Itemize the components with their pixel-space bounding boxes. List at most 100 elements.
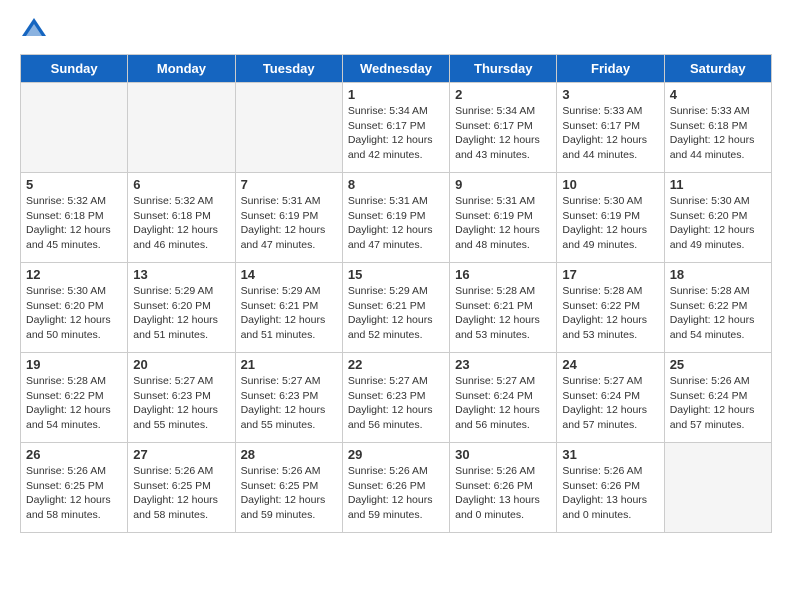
cell-info: Sunrise: 5:30 AM Sunset: 6:20 PM Dayligh… xyxy=(670,194,766,253)
calendar-cell: 27 Sunrise: 5:26 AM Sunset: 6:25 PM Dayli… xyxy=(128,443,235,533)
cell-date: 28 xyxy=(241,447,337,462)
cell-date: 19 xyxy=(26,357,122,372)
cell-date: 14 xyxy=(241,267,337,282)
cell-info: Sunrise: 5:32 AM Sunset: 6:18 PM Dayligh… xyxy=(26,194,122,253)
cell-info: Sunrise: 5:26 AM Sunset: 6:25 PM Dayligh… xyxy=(26,464,122,523)
calendar-cell: 6Sunrise: 5:32 AM Sunset: 6:18 PM Daylig… xyxy=(128,173,235,263)
calendar-cell xyxy=(235,83,342,173)
cell-info: Sunrise: 5:27 AM Sunset: 6:23 PM Dayligh… xyxy=(241,374,337,433)
cell-info: Sunrise: 5:27 AM Sunset: 6:24 PM Dayligh… xyxy=(455,374,551,433)
cell-info: Sunrise: 5:26 AM Sunset: 6:26 PM Dayligh… xyxy=(348,464,444,523)
calendar-cell: 7Sunrise: 5:31 AM Sunset: 6:19 PM Daylig… xyxy=(235,173,342,263)
cell-date: 16 xyxy=(455,267,551,282)
week-row-1: 5 Sunrise: 5:32 AM Sunset: 6:18 PM Daylig… xyxy=(21,173,772,263)
cell-date: 9 xyxy=(455,177,551,192)
calendar-cell: 25 Sunrise: 5:26 AM Sunset: 6:24 PM Dayli… xyxy=(664,353,771,443)
cell-date: 10 xyxy=(562,177,658,192)
calendar-cell: 4 Sunrise: 5:33 AM Sunset: 6:18 PM Daylig… xyxy=(664,83,771,173)
cell-info: Sunrise: 5:30 AM Sunset: 6:20 PM Dayligh… xyxy=(26,284,122,343)
day-header-saturday: Saturday xyxy=(664,55,771,83)
calendar-cell: 26Sunrise: 5:26 AM Sunset: 6:25 PM Dayli… xyxy=(21,443,128,533)
cell-date: 21 xyxy=(241,357,337,372)
cell-date: 3 xyxy=(562,87,658,102)
cell-info: Sunrise: 5:32 AM Sunset: 6:18 PM Dayligh… xyxy=(133,194,229,253)
cell-date: 12 xyxy=(26,267,122,282)
cell-info: Sunrise: 5:27 AM Sunset: 6:23 PM Dayligh… xyxy=(348,374,444,433)
cell-date: 5 xyxy=(26,177,122,192)
calendar-cell: 13 Sunrise: 5:29 AM Sunset: 6:20 PM Dayli… xyxy=(128,263,235,353)
cell-date: 30 xyxy=(455,447,551,462)
calendar-cell: 29 Sunrise: 5:26 AM Sunset: 6:26 PM Dayli… xyxy=(342,443,449,533)
logo xyxy=(20,16,50,44)
cell-info: Sunrise: 5:26 AM Sunset: 6:26 PM Dayligh… xyxy=(455,464,551,523)
cell-info: Sunrise: 5:26 AM Sunset: 6:25 PM Dayligh… xyxy=(133,464,229,523)
calendar-cell: 2Sunrise: 5:34 AM Sunset: 6:17 PM Daylig… xyxy=(450,83,557,173)
cell-info: Sunrise: 5:28 AM Sunset: 6:22 PM Dayligh… xyxy=(26,374,122,433)
cell-date: 18 xyxy=(670,267,766,282)
page: SundayMondayTuesdayWednesdayThursdayFrid… xyxy=(0,0,792,549)
cell-info: Sunrise: 5:27 AM Sunset: 6:23 PM Dayligh… xyxy=(133,374,229,433)
calendar-cell xyxy=(21,83,128,173)
day-header-monday: Monday xyxy=(128,55,235,83)
cell-date: 7 xyxy=(241,177,337,192)
day-header-friday: Friday xyxy=(557,55,664,83)
cell-date: 4 xyxy=(670,87,766,102)
calendar-cell: 22 Sunrise: 5:27 AM Sunset: 6:23 PM Dayli… xyxy=(342,353,449,443)
cell-info: Sunrise: 5:33 AM Sunset: 6:18 PM Dayligh… xyxy=(670,104,766,163)
calendar-cell: 19 Sunrise: 5:28 AM Sunset: 6:22 PM Dayli… xyxy=(21,353,128,443)
cell-date: 22 xyxy=(348,357,444,372)
calendar-cell: 11Sunrise: 5:30 AM Sunset: 6:20 PM Dayli… xyxy=(664,173,771,263)
cell-date: 24 xyxy=(562,357,658,372)
calendar-cell: 8Sunrise: 5:31 AM Sunset: 6:19 PM Daylig… xyxy=(342,173,449,263)
calendar-cell: 10 Sunrise: 5:30 AM Sunset: 6:19 PM Dayli… xyxy=(557,173,664,263)
cell-date: 1 xyxy=(348,87,444,102)
cell-info: Sunrise: 5:26 AM Sunset: 6:26 PM Dayligh… xyxy=(562,464,658,523)
cell-info: Sunrise: 5:31 AM Sunset: 6:19 PM Dayligh… xyxy=(455,194,551,253)
week-row-3: 19 Sunrise: 5:28 AM Sunset: 6:22 PM Dayli… xyxy=(21,353,772,443)
week-row-2: 12 Sunrise: 5:30 AM Sunset: 6:20 PM Dayli… xyxy=(21,263,772,353)
logo-icon xyxy=(20,16,48,44)
calendar-table: SundayMondayTuesdayWednesdayThursdayFrid… xyxy=(20,54,772,533)
cell-date: 29 xyxy=(348,447,444,462)
cell-info: Sunrise: 5:30 AM Sunset: 6:19 PM Dayligh… xyxy=(562,194,658,253)
calendar-cell: 3Sunrise: 5:33 AM Sunset: 6:17 PM Daylig… xyxy=(557,83,664,173)
calendar-cell: 21 Sunrise: 5:27 AM Sunset: 6:23 PM Dayli… xyxy=(235,353,342,443)
calendar-cell: 23 Sunrise: 5:27 AM Sunset: 6:24 PM Dayli… xyxy=(450,353,557,443)
calendar-cell: 31 Sunrise: 5:26 AM Sunset: 6:26 PM Dayli… xyxy=(557,443,664,533)
week-row-0: 1Sunrise: 5:34 AM Sunset: 6:17 PM Daylig… xyxy=(21,83,772,173)
calendar-cell: 12 Sunrise: 5:30 AM Sunset: 6:20 PM Dayli… xyxy=(21,263,128,353)
header xyxy=(20,16,772,44)
calendar-cell: 15Sunrise: 5:29 AM Sunset: 6:21 PM Dayli… xyxy=(342,263,449,353)
cell-info: Sunrise: 5:28 AM Sunset: 6:22 PM Dayligh… xyxy=(670,284,766,343)
calendar-cell: 5 Sunrise: 5:32 AM Sunset: 6:18 PM Daylig… xyxy=(21,173,128,263)
cell-info: Sunrise: 5:28 AM Sunset: 6:22 PM Dayligh… xyxy=(562,284,658,343)
header-row: SundayMondayTuesdayWednesdayThursdayFrid… xyxy=(21,55,772,83)
cell-date: 17 xyxy=(562,267,658,282)
calendar-cell: 16Sunrise: 5:28 AM Sunset: 6:21 PM Dayli… xyxy=(450,263,557,353)
day-header-wednesday: Wednesday xyxy=(342,55,449,83)
day-header-sunday: Sunday xyxy=(21,55,128,83)
calendar-cell: 30 Sunrise: 5:26 AM Sunset: 6:26 PM Dayli… xyxy=(450,443,557,533)
cell-info: Sunrise: 5:27 AM Sunset: 6:24 PM Dayligh… xyxy=(562,374,658,433)
calendar-cell: 17 Sunrise: 5:28 AM Sunset: 6:22 PM Dayli… xyxy=(557,263,664,353)
cell-info: Sunrise: 5:29 AM Sunset: 6:21 PM Dayligh… xyxy=(241,284,337,343)
cell-date: 23 xyxy=(455,357,551,372)
cell-info: Sunrise: 5:29 AM Sunset: 6:20 PM Dayligh… xyxy=(133,284,229,343)
cell-date: 13 xyxy=(133,267,229,282)
cell-date: 15 xyxy=(348,267,444,282)
calendar-cell: 20Sunrise: 5:27 AM Sunset: 6:23 PM Dayli… xyxy=(128,353,235,443)
cell-date: 31 xyxy=(562,447,658,462)
cell-date: 2 xyxy=(455,87,551,102)
calendar-cell: 28 Sunrise: 5:26 AM Sunset: 6:25 PM Dayli… xyxy=(235,443,342,533)
calendar-cell: 14 Sunrise: 5:29 AM Sunset: 6:21 PM Dayli… xyxy=(235,263,342,353)
calendar-cell: 1Sunrise: 5:34 AM Sunset: 6:17 PM Daylig… xyxy=(342,83,449,173)
calendar-cell: 9 Sunrise: 5:31 AM Sunset: 6:19 PM Daylig… xyxy=(450,173,557,263)
calendar-cell xyxy=(128,83,235,173)
cell-info: Sunrise: 5:26 AM Sunset: 6:24 PM Dayligh… xyxy=(670,374,766,433)
cell-date: 25 xyxy=(670,357,766,372)
cell-info: Sunrise: 5:26 AM Sunset: 6:25 PM Dayligh… xyxy=(241,464,337,523)
calendar-cell xyxy=(664,443,771,533)
cell-date: 27 xyxy=(133,447,229,462)
day-header-thursday: Thursday xyxy=(450,55,557,83)
cell-info: Sunrise: 5:31 AM Sunset: 6:19 PM Dayligh… xyxy=(348,194,444,253)
